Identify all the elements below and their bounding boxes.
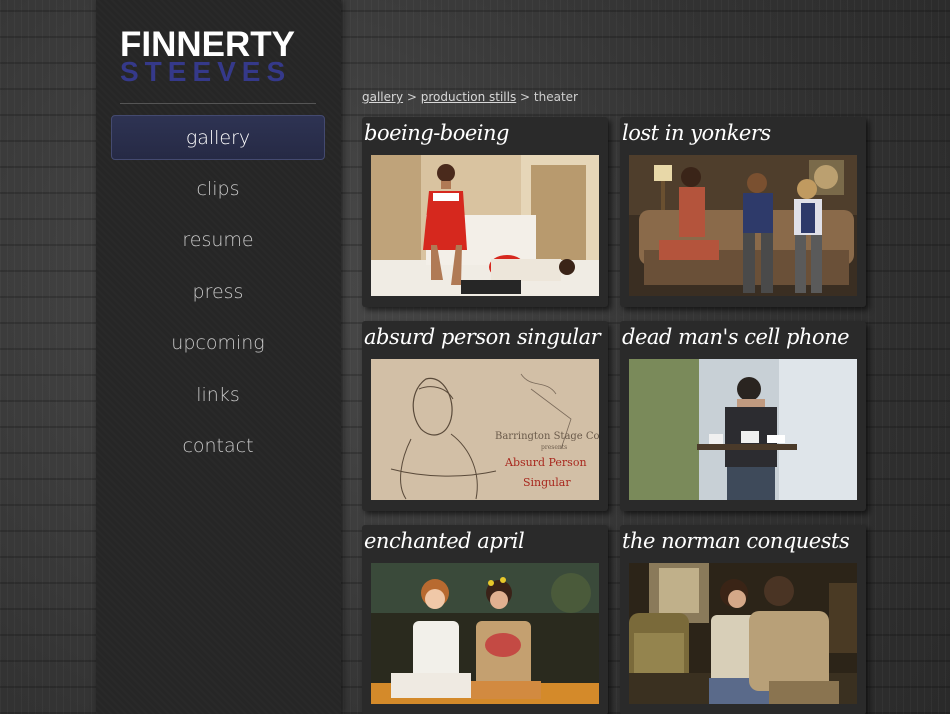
poster-image: Barrington Stage Co. presents Absurd Per…	[371, 359, 599, 500]
breadcrumb-current: theater	[533, 90, 578, 104]
production-photo	[629, 359, 857, 500]
breadcrumb: gallery > production stills > theater	[362, 90, 578, 104]
gallery-card-lost-in-yonkers[interactable]: lost in yonkers	[620, 117, 866, 307]
breadcrumb-separator: >	[516, 90, 534, 104]
gallery-thumbnail-boeing-boeing[interactable]	[371, 155, 599, 296]
gallery-thumbnail-absurd-person-singular[interactable]: Barrington Stage Co. presents Absurd Per…	[371, 359, 599, 500]
gallery-card-title[interactable]: absurd person singular	[364, 325, 601, 349]
poster-text-title-line1: Absurd Person	[504, 456, 587, 469]
logo-divider	[120, 103, 316, 104]
gallery-card-the-norman-conquests[interactable]: the norman conquests	[620, 525, 866, 714]
gallery-card-title[interactable]: lost in yonkers	[622, 121, 771, 145]
production-photo	[629, 563, 857, 704]
production-photo	[371, 155, 599, 296]
gallery-card-title[interactable]: boeing-boeing	[364, 121, 510, 145]
breadcrumb-separator: >	[403, 90, 421, 104]
gallery-thumbnail-lost-in-yonkers[interactable]	[629, 155, 857, 296]
poster-text-title-line2: Singular	[523, 476, 571, 489]
gallery-card-dead-mans-cell-phone[interactable]: dead man's cell phone	[620, 321, 866, 511]
nav-item-press[interactable]: press	[111, 270, 325, 315]
gallery-thumbnail-the-norman-conquests[interactable]	[629, 563, 857, 704]
sidebar: FINNERTY STEEVES gallery clips resume pr…	[96, 0, 341, 714]
poster-text-presents: presents	[541, 444, 567, 451]
logo-bottom-text: STEEVES	[120, 56, 292, 87]
nav-item-resume[interactable]: resume	[111, 218, 325, 263]
breadcrumb-link-gallery[interactable]: gallery	[362, 90, 403, 104]
gallery-card-title[interactable]: the norman conquests	[622, 529, 850, 553]
nav-item-contact[interactable]: contact	[111, 424, 325, 469]
gallery-card-absurd-person-singular[interactable]: absurd person singular Barrington Stage …	[362, 321, 608, 511]
nav-item-upcoming[interactable]: upcoming	[111, 321, 325, 366]
gallery-card-boeing-boeing[interactable]: boeing-boeing	[362, 117, 608, 307]
poster-text-company: Barrington Stage Co.	[495, 431, 599, 442]
nav-item-links[interactable]: links	[111, 373, 325, 418]
nav-item-gallery[interactable]: gallery	[111, 115, 325, 160]
production-photo	[371, 563, 599, 704]
gallery-thumbnail-enchanted-april[interactable]	[371, 563, 599, 704]
production-photo	[629, 155, 857, 296]
site-logo[interactable]: FINNERTY STEEVES	[120, 27, 316, 87]
gallery-thumbnail-dead-mans-cell-phone[interactable]	[629, 359, 857, 500]
gallery-card-enchanted-april[interactable]: enchanted april	[362, 525, 608, 714]
nav-item-clips[interactable]: clips	[111, 167, 325, 212]
breadcrumb-link-production-stills[interactable]: production stills	[421, 90, 516, 104]
gallery-card-title[interactable]: enchanted april	[364, 529, 525, 553]
gallery-card-title[interactable]: dead man's cell phone	[622, 325, 850, 349]
main-nav: gallery clips resume press upcoming link…	[111, 115, 325, 476]
